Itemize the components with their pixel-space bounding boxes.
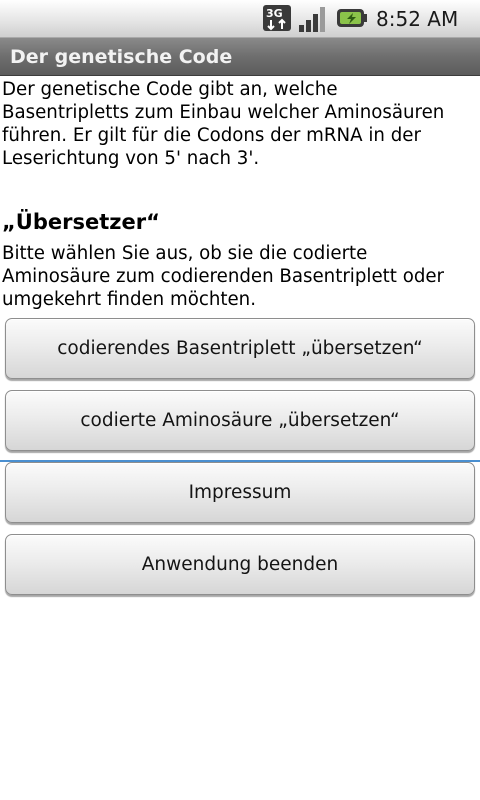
intro-line: führen. Er gilt für die Codons der mRNA … [2,125,421,146]
section-heading: „Übersetzer“ [2,210,160,234]
battery-charging-icon [337,9,367,27]
imprint-button[interactable]: Impressum [5,462,475,523]
3g-icon: 3G [263,5,291,31]
app-title: Der genetische Code [10,46,233,68]
intro-line: Basentripletts zum Einbau welcher Aminos… [2,102,445,123]
instruction-line: umgekehrt finden möchten. [2,289,256,310]
translate-amino-acid-button[interactable]: codierte Aminosäure „übersetzen“ [5,390,475,451]
intro-line: Leserichtung von 5' nach 3'. [2,148,260,169]
instruction-line: Aminosäure zum codierenden Basentriplett… [2,266,445,287]
instruction-line: Bitte wählen Sie aus, ob sie die codiert… [2,243,368,264]
status-bar: 3G 8:52 AM [0,0,480,38]
svg-text:3G: 3G [266,7,283,20]
clock-time: 8:52 AM [376,7,459,31]
exit-app-button[interactable]: Anwendung beenden [5,534,475,595]
signal-strength-icon [299,7,325,32]
intro-paragraph: Der genetische Code gibt an, welche Base… [2,78,476,170]
app-title-bar: Der genetische Code [0,38,480,76]
instructions-paragraph: Bitte wählen Sie aus, ob sie die codiert… [2,242,478,311]
translate-triplet-button[interactable]: codierendes Basentriplett „übersetzen“ [5,318,475,379]
intro-line: Der genetische Code gibt an, welche [2,79,338,100]
